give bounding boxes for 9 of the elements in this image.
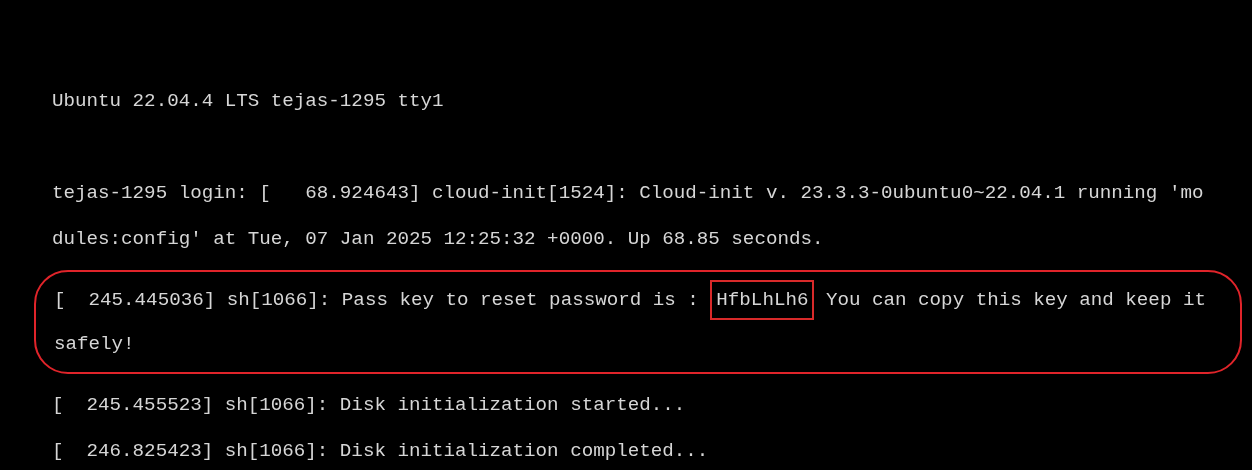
console-line: You can copy this key and keep it: [825, 289, 1206, 311]
console-line: [ 245.455523] sh[1066]: Disk initialization started...: [52, 394, 686, 416]
console-line: dules:config' at Tue, 07 Jan 2025 12:25:32 +0000. Up 68.85 seconds.: [52, 228, 824, 250]
pass-key: HfbLhLh6: [710, 280, 815, 320]
console-line: safely!: [54, 333, 135, 355]
console-line: [ 245.445036] sh[1066]: Pass key to reset password is :: [54, 289, 699, 311]
console-line: tejas-1295 login: [ 68.924643] cloud-init[1524]: Cloud-init v. 23.3.3-0ubuntu0~22.04.1 running 'mo: [52, 182, 1204, 204]
console-line: [ 246.825423] sh[1066]: Disk initialization completed...: [52, 440, 709, 462]
console-line: Ubuntu 22.04.4 LTS tejas-1295 tty1: [52, 90, 444, 112]
